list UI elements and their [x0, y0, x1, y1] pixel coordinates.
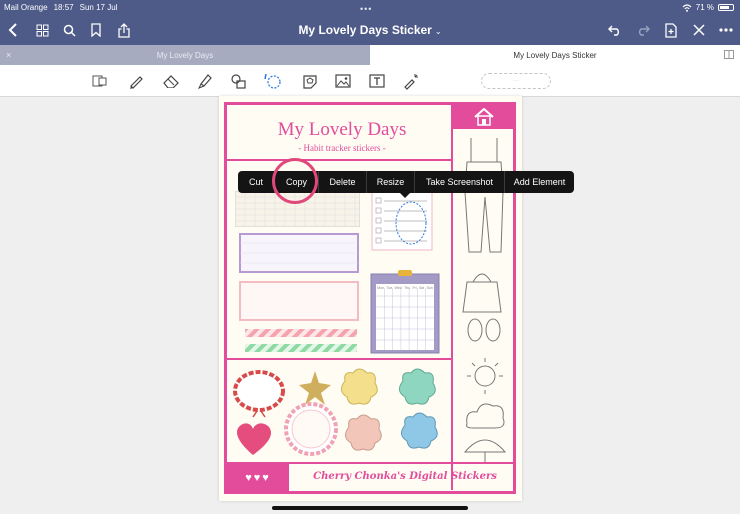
- text-tool-icon[interactable]: [366, 70, 388, 92]
- shapes-icon[interactable]: [228, 70, 250, 92]
- tab-my-lovely-days[interactable]: × My Lovely Days: [0, 45, 370, 65]
- weekday-label: Mon: [377, 286, 384, 290]
- heart-sticker: [237, 423, 272, 455]
- lasso-icon[interactable]: [261, 70, 283, 92]
- sticker-page-frame: My Lovely Days - Habit tracker stickers …: [224, 102, 516, 494]
- read-only-icon[interactable]: [89, 70, 111, 92]
- weekday-label: Wed: [394, 286, 402, 290]
- home-indicator[interactable]: [272, 506, 468, 510]
- document-tabs: × My Lovely Days My Lovely Days Sticker: [0, 45, 740, 65]
- sun-sticker: [474, 365, 496, 387]
- add-element-menu-item[interactable]: Add Element: [505, 171, 574, 193]
- battery-icon: [718, 4, 734, 11]
- multitasking-dots-icon[interactable]: •••: [360, 4, 372, 14]
- status-right: 71 %: [682, 3, 734, 12]
- column-divider: [451, 105, 453, 490]
- document-title-text: My Lovely Days Sticker: [298, 23, 432, 37]
- chevron-down-icon: ⌄: [434, 27, 442, 36]
- undo-icon[interactable]: [604, 19, 626, 41]
- sticker-page[interactable]: My Lovely Days - Habit tracker stickers …: [219, 96, 522, 501]
- yellow-cloud-sticker: [341, 368, 378, 405]
- resize-menu-item[interactable]: Resize: [367, 171, 415, 193]
- copy-highlight-circle: [272, 158, 318, 204]
- pen-icon[interactable]: [125, 70, 147, 92]
- eraser-icon[interactable]: [160, 70, 182, 92]
- tools-toolbar: ···: [0, 65, 740, 97]
- sticker-icon[interactable]: [299, 70, 321, 92]
- pink-note-sticker[interactable]: [239, 281, 359, 321]
- split-view-icon[interactable]: [724, 50, 734, 61]
- laser-pointer-icon[interactable]: [400, 70, 422, 92]
- tab-label: My Lovely Days: [156, 50, 214, 60]
- highlighter-icon[interactable]: [194, 70, 216, 92]
- house-icon: [473, 108, 494, 126]
- tab-my-lovely-days-sticker[interactable]: My Lovely Days Sticker: [370, 45, 740, 65]
- header-divider: [227, 159, 453, 161]
- footer-hearts-badge: ♥♥♥: [227, 464, 289, 491]
- take-screenshot-menu-item[interactable]: Take Screenshot: [415, 171, 505, 193]
- battery-percent: 71 %: [695, 3, 714, 12]
- bag-sticker: [462, 281, 502, 313]
- sticker-title: My Lovely Days: [277, 119, 407, 140]
- blue-cloud-sticker: [401, 412, 438, 449]
- tab-close-icon[interactable]: ×: [6, 50, 11, 60]
- image-icon[interactable]: [332, 70, 354, 92]
- tool-favorites-pill[interactable]: ···: [481, 73, 551, 89]
- cloud-sticker: [466, 403, 505, 429]
- calendar-weekdays: Mon Tue Wed Thu Fri Sat Sun: [376, 286, 434, 290]
- washi-tape-stickers[interactable]: [245, 327, 357, 355]
- carrier-label: Mail Orange: [4, 3, 48, 12]
- overalls-strap: [470, 138, 498, 162]
- weekday-label: Fri: [412, 286, 417, 290]
- umbrella-sticker: [463, 439, 507, 453]
- status-left: Mail Orange 18:57 Sun 17 Jul: [4, 3, 117, 12]
- status-bar: Mail Orange 18:57 Sun 17 Jul ••• 71 %: [0, 0, 740, 14]
- shoe-sticker: [467, 318, 483, 342]
- purple-note-sticker[interactable]: [239, 233, 359, 273]
- mint-cloud-sticker: [399, 368, 436, 405]
- wifi-icon: [682, 3, 692, 12]
- redo-icon[interactable]: [632, 19, 654, 41]
- section-divider: [227, 358, 453, 360]
- more-options-icon[interactable]: [715, 19, 737, 41]
- weekday-label: Tue: [386, 286, 393, 290]
- document-title[interactable]: My Lovely Days Sticker ⌄: [0, 23, 740, 37]
- clock-label: 18:57: [53, 3, 74, 12]
- sticker-subtitle: - Habit tracker stickers -: [298, 143, 386, 153]
- red-frame-sticker: [233, 370, 285, 412]
- footer-credit: Cherry Chonka's Digital Stickers: [313, 471, 497, 482]
- close-editing-icon[interactable]: [688, 19, 710, 41]
- checklist-sticker[interactable]: [371, 191, 433, 251]
- top-navigation-bar: Mail Orange 18:57 Sun 17 Jul ••• 71 % My…: [0, 0, 740, 45]
- cut-menu-item[interactable]: Cut: [238, 171, 275, 193]
- add-page-icon[interactable]: [660, 19, 682, 41]
- peach-cloud-sticker: [345, 414, 382, 451]
- decorative-stickers[interactable]: [231, 367, 449, 459]
- home-badge: [453, 105, 514, 129]
- delete-menu-item[interactable]: Delete: [319, 171, 367, 193]
- weekday-label: Sun: [426, 286, 433, 290]
- calendar-sticker[interactable]: [370, 270, 440, 354]
- gold-star-sticker: [299, 371, 331, 405]
- document-nav-row: My Lovely Days Sticker ⌄: [0, 17, 740, 43]
- shoe-sticker: [485, 318, 501, 342]
- tab-label: My Lovely Days Sticker: [513, 50, 597, 60]
- date-label: Sun 17 Jul: [79, 3, 118, 12]
- weekday-label: Sat: [418, 286, 425, 290]
- weekday-label: Thu: [404, 286, 411, 290]
